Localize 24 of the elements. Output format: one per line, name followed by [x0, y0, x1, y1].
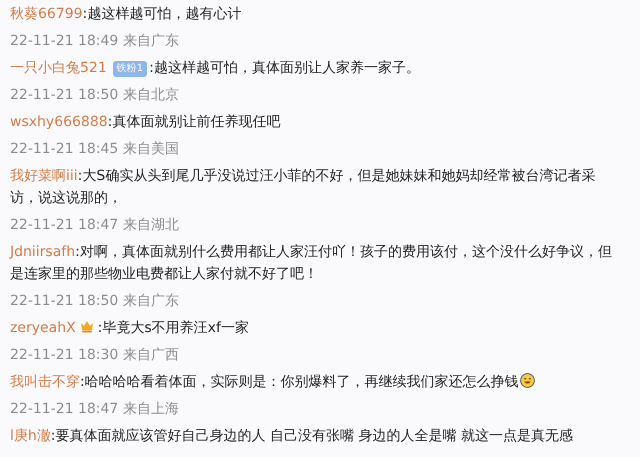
username[interactable]: l庚h澈: [10, 428, 51, 444]
comment-time: 22-11-21 18:49 来自广东: [10, 32, 180, 50]
comment-time: 22-11-21 18:50 来自广东: [10, 292, 180, 310]
comment-text: Jdniirsafh:对啊，真体面就别什么费用都让人家汪付吖！孩子的费用该付，这个没什么好争议，但是连家里的那些物业电费都让人家付就不好了吧！: [10, 242, 613, 284]
username[interactable]: wsxhy666888: [10, 114, 108, 130]
username[interactable]: zeryeahX: [10, 320, 76, 336]
username[interactable]: 我好菜啊iii: [10, 168, 78, 184]
comment-text: zeryeahX :毕竟大s不用养汪xf一家: [10, 316, 250, 338]
comment-text: 我叫击不穿:哈哈哈哈看着体面，实际则是：你别爆料了，再继续我们家还怎么挣钱: [10, 368, 620, 395]
comment-time: 22-11-21 18:47 来自上海: [10, 400, 180, 418]
username[interactable]: 一只小白兔521: [10, 60, 107, 76]
comment-time: 22-11-21 18:50 来自北京: [10, 86, 180, 104]
comment-text: 秋葵66799:越这样越可怕，越有心计: [10, 4, 242, 24]
comment-time: 22-11-21 18:30 来自广西: [10, 346, 180, 364]
username[interactable]: 我叫击不穿: [10, 374, 80, 390]
comment-time: 22-11-21 18:45 来自美国: [10, 140, 180, 158]
username[interactable]: Jdniirsafh: [10, 244, 76, 260]
comment-text: l庚h澈:要真体面就应该管好自己身边的人 自己没有张嘴 身边的人全是嘴 就这一点是真无感: [10, 426, 574, 446]
comment-text: wsxhy666888:真体面就别让前任养现任吧: [10, 112, 282, 132]
comment-text: 一只小白兔521 铁粉1 :越这样越可怕，真体面别让人家养一家子。: [10, 58, 421, 78]
fan-badge: 铁粉1: [112, 60, 148, 76]
comment-text: 我好菜啊iii:大S确实从头到尾几乎没说过汪小菲的不好，但是她妹妹和她妈却经常被台湾记者采访，说这说那的，: [10, 166, 596, 208]
comment-time: 22-11-21 18:47 来自湖北: [10, 216, 180, 234]
username[interactable]: 秋葵66799: [10, 6, 83, 22]
